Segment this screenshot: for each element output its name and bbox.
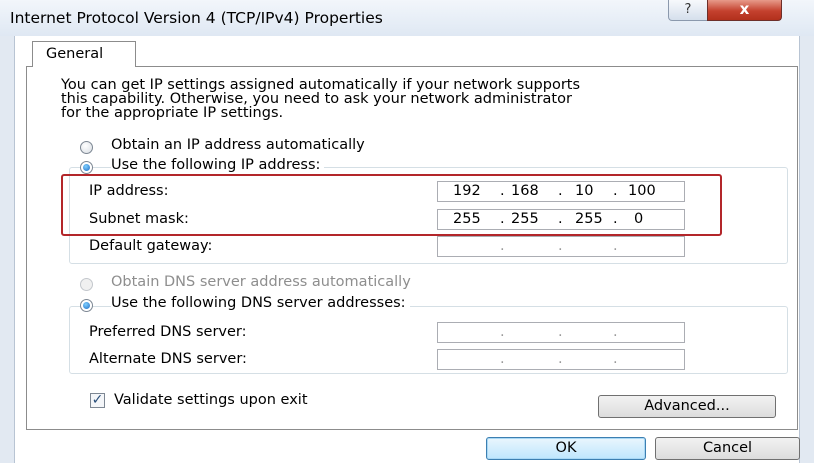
advanced-button[interactable]: Advanced...	[598, 395, 776, 418]
use-following-dns-radio[interactable]	[80, 299, 93, 312]
window-left-frame	[0, 36, 15, 463]
octet-separator: .	[500, 324, 505, 340]
octet-separator: .	[558, 238, 563, 254]
preferred-dns-input[interactable]: . . .	[437, 322, 685, 343]
help-button[interactable]: ?	[668, 0, 708, 21]
ok-button[interactable]: OK	[486, 437, 646, 460]
description-line: You can get IP settings assigned automat…	[61, 77, 581, 93]
octet-separator: .	[558, 351, 563, 367]
description-line: this capability. Otherwise, you need to …	[61, 91, 572, 107]
title-bar: Internet Protocol Version 4 (TCP/IPv4) P…	[0, 0, 814, 36]
window-right-frame	[799, 36, 814, 463]
octet-separator: .	[613, 351, 618, 367]
preferred-dns-label: Preferred DNS server:	[89, 324, 247, 340]
octet-separator: .	[500, 238, 505, 254]
obtain-dns-auto-radio[interactable]	[80, 278, 93, 291]
description-line: for the appropriate IP settings.	[61, 105, 284, 121]
default-gateway-label: Default gateway:	[89, 238, 213, 254]
use-following-dns-label[interactable]: Use the following DNS server addresses:	[111, 295, 410, 311]
alternate-dns-label: Alternate DNS server:	[89, 351, 247, 367]
close-icon: x	[739, 0, 750, 18]
description-text: You can get IP settings assigned automat…	[61, 77, 781, 121]
validate-label[interactable]: Validate settings upon exit	[114, 392, 308, 408]
tab-general[interactable]: General	[32, 41, 136, 67]
octet-separator: .	[613, 238, 618, 254]
validate-checkbox[interactable]: ✓	[90, 393, 105, 408]
octet-separator: .	[613, 324, 618, 340]
checkmark-icon: ✓	[91, 392, 104, 408]
alternate-dns-input[interactable]: . . .	[437, 349, 685, 370]
obtain-ip-auto-label[interactable]: Obtain an IP address automatically	[111, 137, 365, 153]
tab-general-label: General	[46, 46, 104, 62]
obtain-dns-auto-label[interactable]: Obtain DNS server address automatically	[111, 274, 411, 290]
default-gateway-input[interactable]: . . .	[437, 236, 685, 257]
use-following-ip-radio[interactable]	[80, 161, 93, 174]
octet-separator: .	[558, 324, 563, 340]
octet-separator: .	[500, 351, 505, 367]
window-title: Internet Protocol Version 4 (TCP/IPv4) P…	[10, 9, 383, 27]
help-icon: ?	[684, 2, 692, 17]
use-following-ip-label[interactable]: Use the following IP address:	[111, 157, 325, 173]
obtain-ip-auto-radio[interactable]	[80, 141, 93, 154]
close-button[interactable]: x	[707, 0, 782, 21]
cancel-button[interactable]: Cancel	[655, 437, 800, 460]
highlight-box	[61, 174, 722, 236]
